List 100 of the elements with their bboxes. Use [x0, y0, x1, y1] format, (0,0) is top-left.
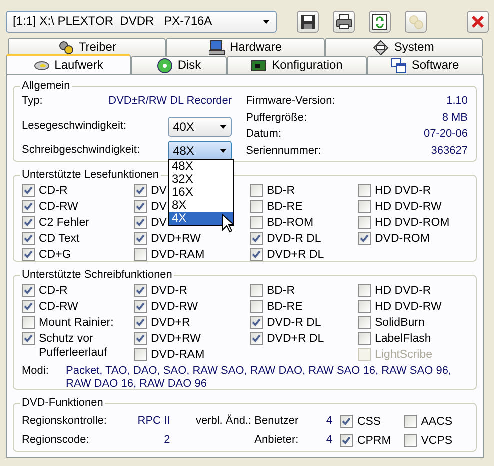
- checkbox[interactable]: [250, 300, 263, 313]
- checkbox[interactable]: [250, 248, 263, 261]
- tab[interactable]: Disk: [131, 56, 227, 74]
- menu-item[interactable]: 8X: [169, 199, 233, 212]
- checkbox[interactable]: [22, 232, 35, 245]
- checkbox[interactable]: [22, 184, 35, 197]
- field-label: Modi:: [22, 365, 50, 379]
- checkbox-label: BD-R: [267, 184, 296, 198]
- checkbox[interactable]: [134, 200, 147, 213]
- checkbox[interactable]: [358, 284, 371, 297]
- drive-select[interactable]: [1:1] X:\ PLEXTOR DVDR PX-716A: [6, 10, 277, 32]
- tab[interactable]: Software: [367, 56, 483, 74]
- check-icon: [342, 436, 352, 444]
- checkbox-label: DVD-ROM: [375, 232, 430, 246]
- speed-select[interactable]: 48X: [168, 141, 232, 161]
- checkbox[interactable]: [134, 332, 147, 345]
- group-title: Allgemein: [21, 79, 72, 93]
- checkbox-label: AACS: [421, 414, 453, 428]
- field-value: 2: [163, 434, 170, 448]
- toolbar-button[interactable]: [333, 10, 355, 32]
- tab[interactable]: Treiber: [8, 38, 166, 56]
- checkbox[interactable]: [340, 414, 354, 428]
- menu-item[interactable]: 16X: [169, 186, 233, 199]
- computer-icon: [208, 40, 225, 56]
- menu-item[interactable]: 48X: [169, 160, 233, 173]
- checkbox[interactable]: [358, 300, 371, 313]
- gears-icon: [58, 40, 74, 56]
- checkbox[interactable]: [22, 216, 35, 229]
- checkbox[interactable]: [358, 232, 371, 245]
- gears-icon: [408, 14, 424, 30]
- checkbox[interactable]: [340, 434, 354, 446]
- caret-icon: [220, 125, 228, 129]
- checkbox[interactable]: [134, 300, 147, 313]
- checkbox[interactable]: [250, 232, 263, 245]
- caret-icon: [263, 20, 270, 24]
- tab[interactable]: System: [324, 38, 483, 56]
- checkbox[interactable]: [22, 332, 35, 345]
- tab[interactable]: Konfiguration: [227, 56, 367, 74]
- checkbox[interactable]: [134, 232, 147, 245]
- tab[interactable]: Hardware: [166, 38, 325, 56]
- checkbox-label: DVD-R DL: [267, 232, 322, 246]
- printer-icon: [336, 14, 352, 30]
- field-value: DVD±R/RW DL Recorder: [108, 95, 232, 109]
- checkbox[interactable]: [134, 348, 147, 361]
- menu-item[interactable]: 4X: [169, 212, 233, 225]
- checkbox-label: CD-R: [39, 284, 68, 298]
- check-icon: [360, 234, 369, 243]
- checkbox[interactable]: [22, 284, 35, 297]
- field-value: RPC II: [136, 414, 170, 428]
- field-label: Datum:: [246, 128, 282, 142]
- checkbox[interactable]: [404, 434, 418, 446]
- checkbox-label: CD Text: [39, 232, 80, 246]
- checkbox-label: DVD-RAM: [151, 248, 205, 262]
- checkbox[interactable]: [358, 332, 371, 345]
- checkbox-label: DVD+R DL: [267, 332, 324, 346]
- field-label: Typ:: [22, 95, 43, 109]
- checkbox-label: HD DVD-R: [375, 184, 432, 198]
- field-label: Regionskontrolle:: [22, 414, 108, 428]
- checkbox[interactable]: [250, 184, 263, 197]
- checkbox[interactable]: [22, 300, 35, 313]
- checkbox-label: BD-RE: [267, 300, 303, 314]
- diamond-icon: [373, 40, 390, 56]
- checkbox[interactable]: [22, 316, 35, 329]
- checkbox[interactable]: [250, 200, 263, 213]
- speed-select[interactable]: 40X: [168, 117, 232, 137]
- tab[interactable]: Laufwerk: [6, 54, 131, 74]
- checkbox[interactable]: [22, 200, 35, 213]
- checkbox[interactable]: [358, 200, 371, 213]
- checkbox[interactable]: [22, 248, 35, 261]
- field-value: 8 MB: [442, 112, 468, 126]
- field-value: 1.10: [446, 95, 468, 109]
- checkbox-label: VCPS: [421, 434, 453, 448]
- checkbox-label: HD DVD-RW: [375, 300, 442, 314]
- checkbox[interactable]: [134, 284, 147, 297]
- checkbox[interactable]: [358, 184, 371, 197]
- field-value: 4: [325, 414, 332, 428]
- checkbox[interactable]: [250, 332, 263, 345]
- checkbox[interactable]: [404, 414, 418, 428]
- checkbox[interactable]: [358, 316, 371, 329]
- field-label: Seriennummer:: [246, 144, 322, 158]
- checkbox[interactable]: [358, 216, 371, 229]
- checkbox-label: LightScribe: [375, 348, 433, 362]
- checkbox[interactable]: [134, 216, 147, 229]
- checkbox-label: BD-R: [267, 284, 296, 298]
- toolbar-button[interactable]: [369, 10, 391, 32]
- menu-item[interactable]: 32X: [169, 173, 233, 186]
- field-value: 4: [325, 434, 332, 448]
- checkbox[interactable]: [134, 184, 147, 197]
- checkbox-label: DV: [151, 216, 167, 230]
- toolbar-button[interactable]: [297, 10, 319, 32]
- checkbox[interactable]: [250, 216, 263, 229]
- checkbox[interactable]: [134, 316, 147, 329]
- checkbox-label: CPRM: [357, 434, 392, 448]
- checkbox[interactable]: [250, 284, 263, 297]
- checkbox[interactable]: [134, 248, 147, 261]
- checkbox[interactable]: [250, 316, 263, 329]
- field-label: Puffergröße:: [246, 112, 308, 126]
- group-title: DVD-Funktionen: [21, 396, 104, 410]
- caret-icon: [220, 149, 228, 153]
- checkbox-label: DVD+R: [151, 316, 190, 330]
